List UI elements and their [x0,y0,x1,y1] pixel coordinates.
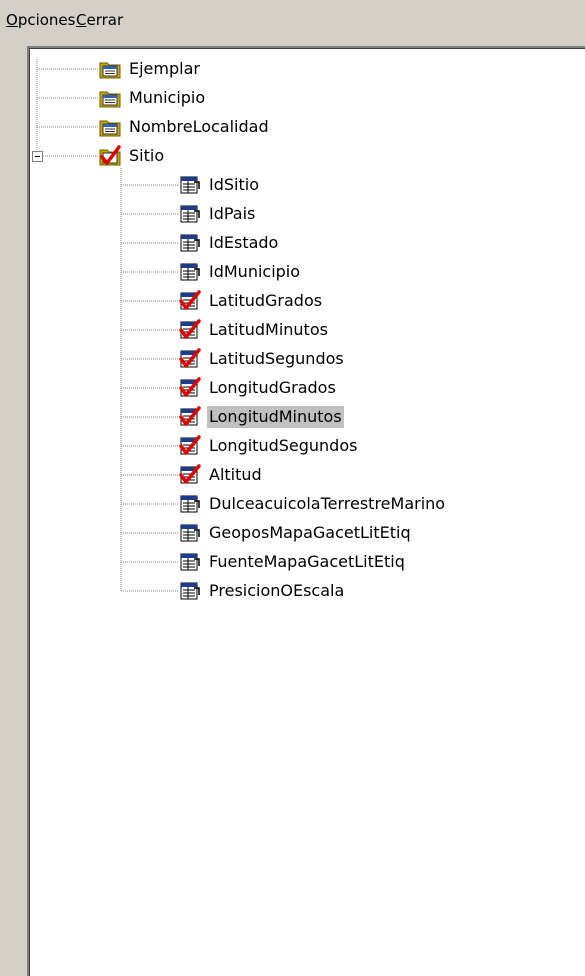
checked-field-icon [179,406,201,428]
tree-node-label: PresicionOEscala [209,581,345,600]
menu-cerrar-rest: errar [86,11,124,29]
tree-node-nombrelocalidad[interactable]: NombreLocalidad [99,114,271,140]
table-icon [99,58,121,80]
tree-node-label: GeoposMapaGacetLitEtiq [209,523,411,542]
field-icon [179,174,201,196]
checked-field-icon [179,464,201,486]
checked-field-icon [179,348,201,370]
tree-node-idsitio[interactable]: IdSitio [179,172,261,198]
tree-node-latitudgrados[interactable]: LatitudGrados [179,288,324,314]
checked-field-icon [179,435,201,457]
tree-node-idestado[interactable]: IdEstado [179,230,280,256]
checked-table-icon [99,145,121,167]
tree-node-label: IdPais [209,204,256,223]
tree-node-municipio[interactable]: Municipio [99,85,207,111]
tree-node-label: LongitudSegundos [209,436,358,455]
tree-node-label: IdEstado [209,233,279,252]
tree-node-label: FuenteMapaGacetLitEtiq [209,552,405,571]
tree-node-label: IdMunicipio [209,262,301,281]
menu-opciones-rest: pciones [17,11,76,29]
field-icon [179,232,201,254]
checked-field-icon [179,377,201,399]
field-icon [179,580,201,602]
tree-node-label: NombreLocalidad [129,117,269,136]
tree-node-label: Ejemplar [129,59,200,78]
menu-opciones-accel: O [6,11,18,29]
field-icon [179,203,201,225]
tree-node-label: LatitudGrados [209,291,323,310]
tree-node-presicionoescala[interactable]: PresicionOEscala [179,578,346,604]
tree-node-label: Municipio [129,88,206,107]
field-icon [179,551,201,573]
tree-node-ejemplar[interactable]: Ejemplar [99,56,202,82]
table-icon [99,116,121,138]
table-icon [99,87,121,109]
tree-node-sitio[interactable]: Sitio [99,143,166,169]
field-icon [179,261,201,283]
tree-view[interactable]: Ejemplar Municipio NombreLocalidad Sitio… [27,46,585,976]
tree-node-geoposmapagacetlitetiq[interactable]: GeoposMapaGacetLitEtiq [179,520,413,546]
tree-node-label: LongitudGrados [209,378,336,397]
tree-node-label: IdSitio [209,175,259,194]
field-icon [179,522,201,544]
tree-node-label: Altitud [209,465,262,484]
tree-node-latitudminutos[interactable]: LatitudMinutos [179,317,330,343]
menu-cerrar-accel: C [76,11,87,29]
tree-node-latitudsegundos[interactable]: LatitudSegundos [179,346,346,372]
menu-bar: Opciones Cerrar [0,0,585,38]
checked-field-icon [179,319,201,341]
tree-node-idmunicipio[interactable]: IdMunicipio [179,259,302,285]
checked-field-icon [179,290,201,312]
tree-node-label: Sitio [129,146,165,165]
tree-node-label: LongitudMinutos [207,406,344,428]
tree-node-idpais[interactable]: IdPais [179,201,257,227]
tree-node-label: DulceacuicolaTerrestreMarino [209,494,446,513]
tree-node-label: LatitudSegundos [209,349,344,368]
tree-node-label: LatitudMinutos [209,320,328,339]
tree-node-longitudgrados[interactable]: LongitudGrados [179,375,338,401]
tree-node-dulceacuicolaterrestremarino[interactable]: DulceacuicolaTerrestreMarino [179,491,447,517]
tree-node-longitudminutos[interactable]: LongitudMinutos [179,404,344,430]
field-icon [179,493,201,515]
tree-node-altitud[interactable]: Altitud [179,462,264,488]
tree-node-longitudsegundos[interactable]: LongitudSegundos [179,433,359,459]
menu-cerrar[interactable]: Cerrar [76,10,123,30]
tree-node-fuentemapagacetlitetiq[interactable]: FuenteMapaGacetLitEtiq [179,549,407,575]
menu-opciones[interactable]: Opciones [6,10,75,30]
collapse-toggle-icon[interactable] [32,151,43,162]
